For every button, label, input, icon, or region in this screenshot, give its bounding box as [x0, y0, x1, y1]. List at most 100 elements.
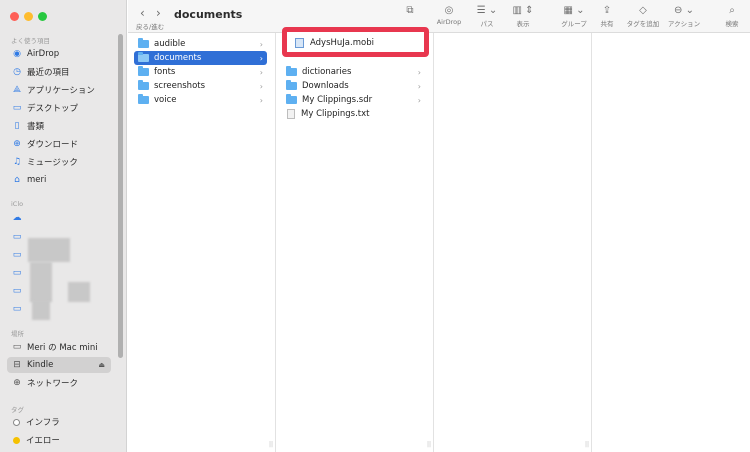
- mobi-file-icon: [295, 38, 304, 48]
- forward-button[interactable]: ›: [156, 6, 161, 20]
- add-tag-button[interactable]: ◇ タグを追加: [622, 4, 664, 28]
- redacted-area: [32, 300, 50, 320]
- sidebar-item-label: インフラ: [26, 418, 60, 428]
- column-4: [592, 33, 750, 452]
- list-path-icon: ☰ ⌄: [476, 5, 498, 16]
- chevron-right-icon: ›: [259, 81, 263, 91]
- list-item[interactable]: Downloads ›: [282, 79, 425, 93]
- finder-window: よく使う項目 ◉ AirDrop ◷ 最近の項目 ⟁ アプリケーション ▭ デス…: [0, 0, 750, 452]
- sidebar-item-desktop[interactable]: ▭ デスクトップ: [7, 100, 111, 116]
- folder-icon: ▭: [12, 268, 22, 278]
- grid-group-icon: ▦ ⌄: [563, 5, 585, 16]
- tag-icon: ◇: [639, 5, 647, 16]
- folder-icon: ▭: [12, 250, 22, 260]
- chevron-right-icon: ›: [259, 95, 263, 105]
- airdrop-button[interactable]: ◎ AirDrop: [433, 4, 465, 26]
- sidebar-item-icloud-folder[interactable]: ▭: [7, 301, 111, 317]
- sidebar-item-kindle[interactable]: ⊟ Kindle ⏏: [7, 357, 111, 373]
- list-item[interactable]: AdysHuJa.mobi: [291, 36, 420, 50]
- list-item[interactable]: documents ›: [134, 51, 267, 65]
- folder-icon: ▭: [12, 304, 22, 314]
- column-1: audible › documents › fonts › screenshot…: [128, 33, 276, 452]
- list-item[interactable]: fonts ›: [134, 65, 267, 79]
- window-title: documents: [174, 8, 243, 21]
- list-item[interactable]: dictionaries ›: [282, 65, 425, 79]
- folder-icon: ▭: [12, 286, 22, 296]
- list-item[interactable]: My Clippings.txt: [282, 107, 425, 121]
- list-item[interactable]: My Clippings.sdr ›: [282, 93, 425, 107]
- search-button[interactable]: ⌕ 検索: [720, 4, 744, 28]
- highlight-annotation: AdysHuJa.mobi: [282, 27, 429, 57]
- search-icon: ⌕: [729, 5, 735, 16]
- folder-icon: [138, 66, 149, 76]
- action-button[interactable]: ⊖ ⌄ アクション: [666, 4, 702, 28]
- folder-action-button[interactable]: ⧉: [398, 4, 422, 18]
- back-button[interactable]: ‹: [140, 6, 145, 20]
- sidebar-item-home[interactable]: ⌂ meri: [7, 172, 111, 188]
- list-item[interactable]: screenshots ›: [134, 79, 267, 93]
- home-icon: ⌂: [14, 175, 20, 185]
- desktop-icon: ▭: [12, 103, 22, 113]
- sidebar-item-label: デスクトップ: [27, 104, 79, 114]
- sidebar: よく使う項目 ◉ AirDrop ◷ 最近の項目 ⟁ アプリケーション ▭ デス…: [0, 0, 127, 452]
- column-resize-handle[interactable]: ||: [427, 441, 431, 448]
- tags-header: タグ: [11, 406, 24, 414]
- close-window-button[interactable]: [10, 12, 19, 21]
- tag-dot-icon: [13, 436, 20, 444]
- sidebar-item-icloud-drive[interactable]: ☁: [7, 210, 111, 226]
- eject-icon[interactable]: ⏏: [98, 361, 105, 369]
- columns-view-icon: ▥ ⇕: [512, 5, 534, 16]
- sidebar-item-icloud-folder[interactable]: ▭: [7, 265, 111, 281]
- network-icon: ⊕: [13, 378, 21, 388]
- redacted-area: [28, 238, 70, 262]
- sidebar-item-label: Kindle: [27, 360, 54, 370]
- sidebar-item-label: Meri の Mac mini: [27, 343, 98, 353]
- sidebar-item-label: アプリケーション: [27, 86, 95, 96]
- folder-icon: [138, 52, 149, 62]
- folder-icon: [138, 94, 149, 104]
- sidebar-item-icloud-folder[interactable]: ▭: [7, 283, 111, 299]
- folder-icon: [138, 38, 149, 48]
- view-button[interactable]: ▥ ⇕ 表示: [508, 4, 538, 28]
- cloud-icon: ☁: [12, 213, 22, 223]
- folder-icon: [286, 66, 297, 76]
- sidebar-item-recents[interactable]: ◷ 最近の項目: [7, 64, 111, 80]
- locations-header: 場所: [11, 330, 24, 338]
- group-button[interactable]: ▦ ⌄ グループ: [556, 4, 592, 28]
- chevron-right-icon: ›: [259, 67, 263, 77]
- sidebar-item-airdrop[interactable]: ◉ AirDrop: [7, 46, 111, 62]
- column-resize-handle[interactable]: ||: [269, 441, 273, 448]
- column-2: dictionaries › Downloads › My Clippings.…: [276, 33, 434, 452]
- column-resize-handle[interactable]: ||: [585, 441, 589, 448]
- chevron-right-icon: ›: [417, 81, 421, 91]
- sidebar-item-music[interactable]: ♫ ミュージック: [7, 154, 111, 170]
- share-icon: ⇪: [602, 5, 612, 16]
- path-button[interactable]: ☰ ⌄ パス: [473, 4, 501, 28]
- chevron-right-icon: ›: [417, 95, 421, 105]
- sidebar-item-tag-infra[interactable]: インフラ: [7, 414, 111, 430]
- list-item[interactable]: voice ›: [134, 93, 267, 107]
- list-item[interactable]: audible ›: [134, 37, 267, 51]
- sidebar-item-documents[interactable]: ▯ 書類: [7, 118, 111, 134]
- sidebar-item-label: AirDrop: [27, 49, 60, 59]
- nav-label: 戻る/進む: [136, 23, 165, 31]
- sidebar-scrollbar[interactable]: [118, 34, 123, 358]
- minimize-window-button[interactable]: [24, 12, 33, 21]
- zoom-window-button[interactable]: [38, 12, 47, 21]
- column-3: ||: [434, 33, 592, 452]
- folder-icon: [138, 80, 149, 90]
- applications-icon: ⟁: [12, 85, 22, 95]
- sidebar-item-network[interactable]: ⊕ ネットワーク: [7, 375, 111, 391]
- folder-action-icon: ⧉: [406, 5, 414, 16]
- folder-icon: [286, 94, 297, 104]
- text-file-icon: [287, 109, 295, 119]
- share-button[interactable]: ⇪ 共有: [596, 4, 618, 28]
- music-icon: ♫: [12, 157, 22, 167]
- chevron-right-icon: ›: [259, 53, 263, 63]
- sidebar-item-tag-yellow[interactable]: イエロー: [7, 432, 111, 448]
- sidebar-item-downloads[interactable]: ⊕ ダウンロード: [7, 136, 111, 152]
- sidebar-item-mac-mini[interactable]: ▭ Meri の Mac mini: [7, 339, 111, 355]
- drive-icon: ⊟: [13, 360, 21, 370]
- computer-icon: ▭: [12, 342, 22, 352]
- sidebar-item-applications[interactable]: ⟁ アプリケーション: [7, 82, 111, 98]
